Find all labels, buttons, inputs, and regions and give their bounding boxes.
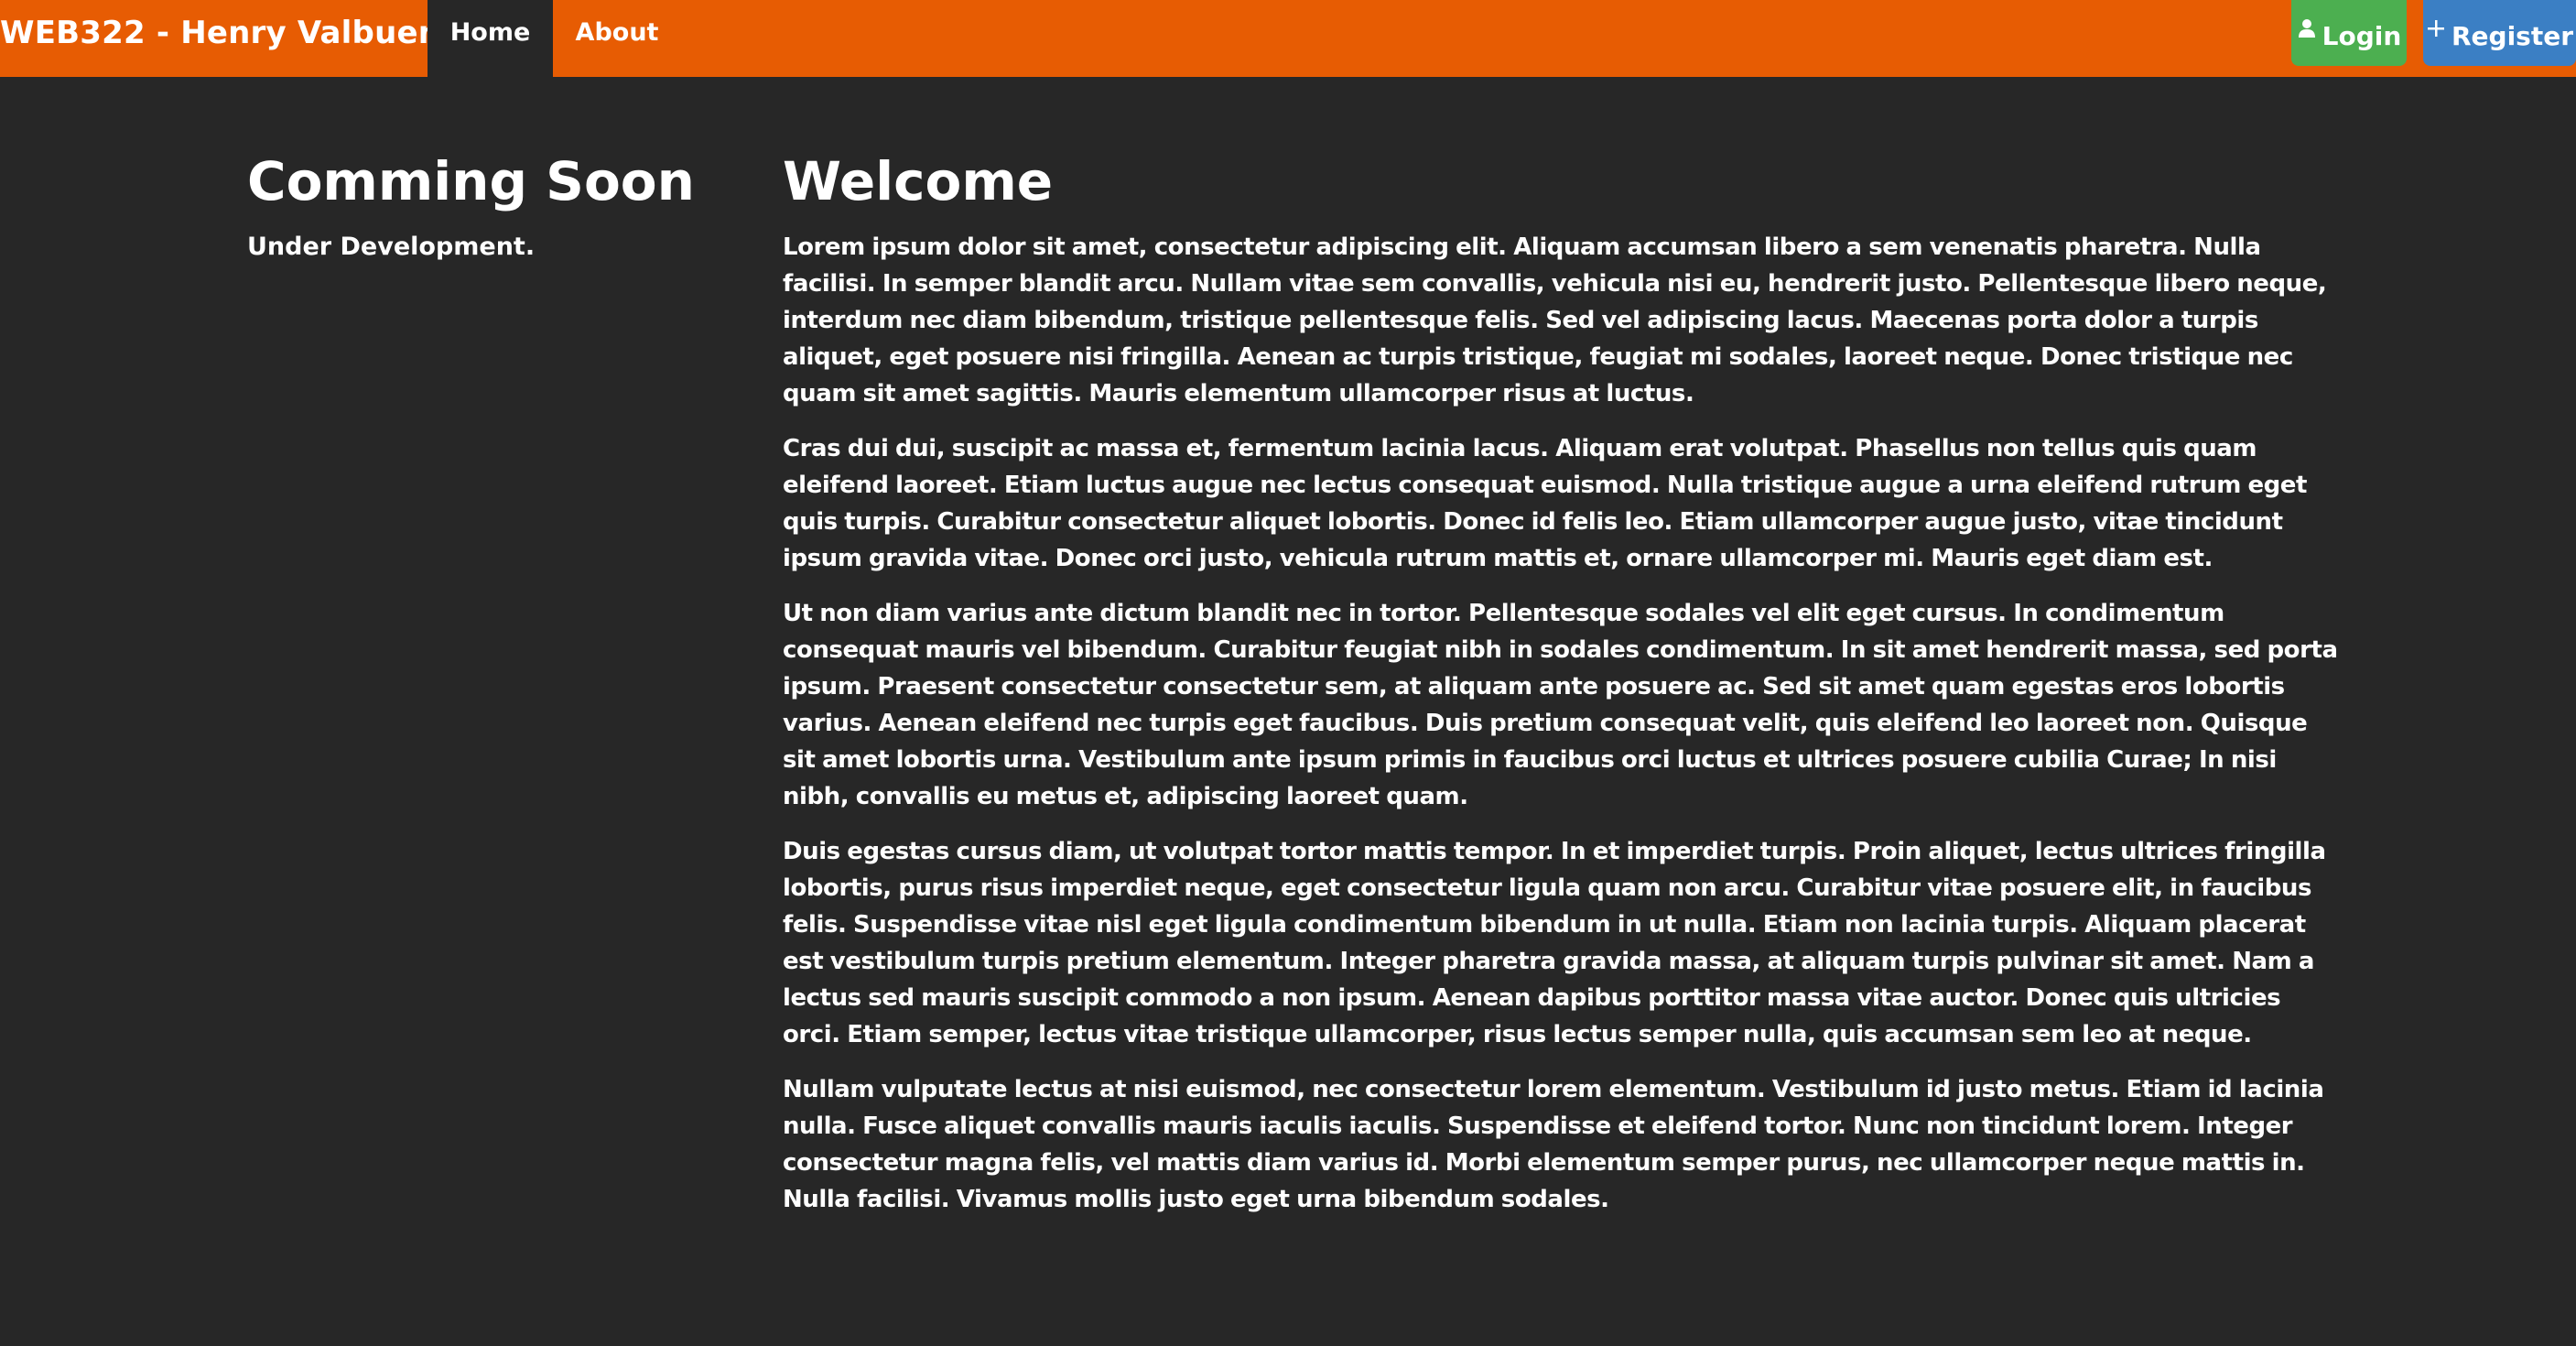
nav-about-link[interactable]: About [553, 0, 681, 77]
sidebar-text: Under Development. [247, 233, 536, 261]
plus-icon [2426, 18, 2446, 38]
top-navbar: WEB322 - Henry Valbuena Home About Login… [0, 0, 2576, 77]
register-button[interactable]: Register [2423, 0, 2576, 66]
nav-home-link[interactable]: Home [428, 0, 553, 77]
paragraph: Cras dui dui, suscipit ac massa et, ferm… [783, 435, 2307, 572]
paragraph-list: Lorem ipsum dolor sit amet, consectetur … [783, 229, 2339, 1218]
register-label: Register [2451, 20, 2574, 51]
paragraph: Ut non diam varius ante dictum blandit n… [783, 600, 2338, 810]
main-content: Welcome Lorem ipsum dolor sit amet, cons… [783, 147, 2339, 1236]
paragraph: Lorem ipsum dolor sit amet, consectetur … [783, 233, 2327, 407]
user-icon [2297, 18, 2317, 38]
brand-link[interactable]: WEB322 - Henry Valbuena [0, 0, 461, 66]
paragraph: Nullam vulputate lectus at nisi euismod,… [783, 1076, 2324, 1213]
login-button[interactable]: Login [2291, 0, 2407, 66]
sidebar-title: Comming Soon [247, 150, 695, 212]
paragraph: Duis egestas cursus diam, ut volutpat to… [783, 838, 2326, 1048]
sidebar: Comming Soon Under Development. [247, 147, 732, 266]
page-title: Welcome [783, 150, 1054, 212]
login-label: Login [2322, 20, 2402, 51]
